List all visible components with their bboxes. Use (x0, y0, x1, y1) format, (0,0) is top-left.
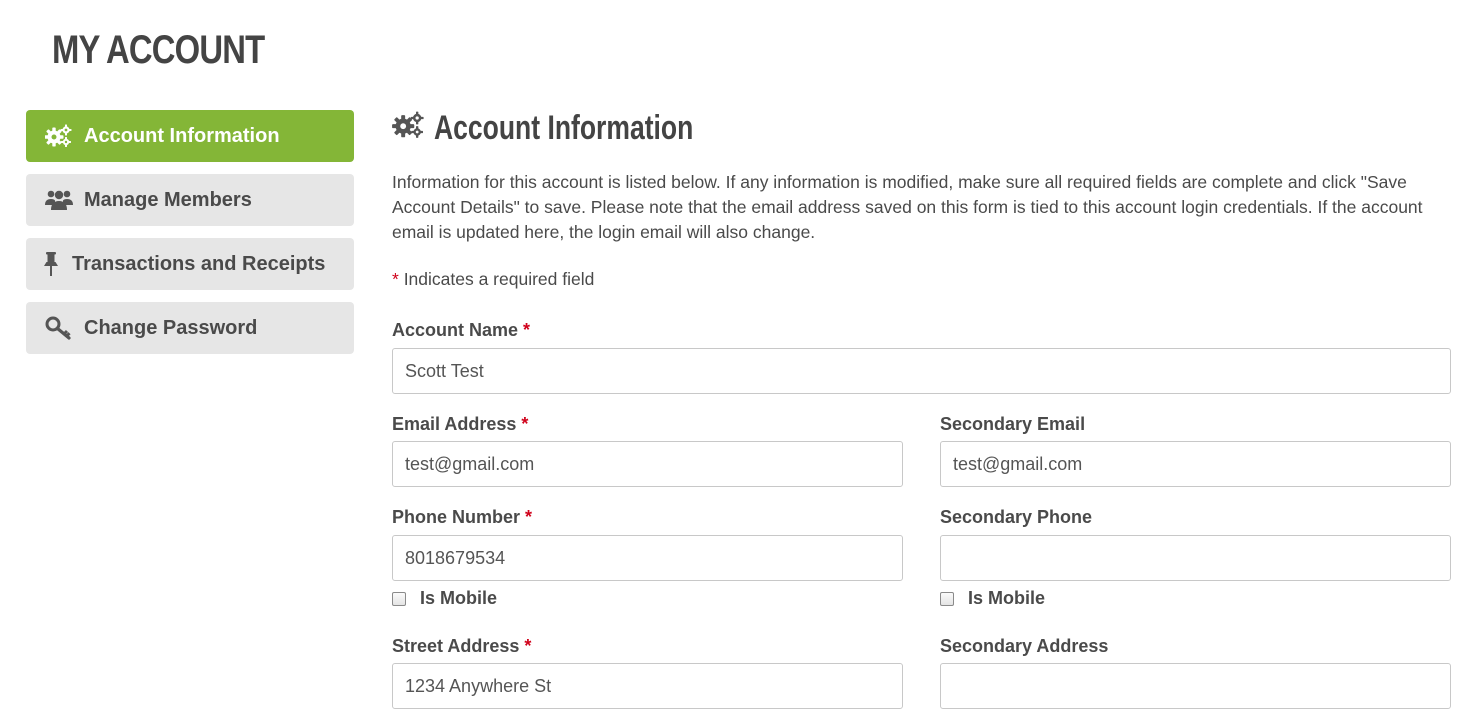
email-address-input[interactable] (392, 441, 903, 487)
secondary-phone-label-text: Secondary Phone (940, 507, 1093, 527)
street-address-label-text: Street Address (392, 636, 520, 656)
sidebar-item-label: Change Password (84, 316, 258, 339)
required-star: * (524, 636, 532, 656)
phone-number-label: Phone Number * (392, 507, 532, 528)
sidebar-item-label: Account Information (84, 124, 280, 147)
email-address-label: Email Address * (392, 414, 528, 435)
secondary-phone-input[interactable] (940, 535, 1451, 581)
secondary-address-label-text: Secondary Address (940, 636, 1109, 656)
street-address-input[interactable] (392, 663, 903, 709)
page-title: MY ACCOUNT (52, 28, 265, 72)
required-star: * (523, 320, 531, 340)
pin-icon (40, 251, 62, 277)
secondary-email-input[interactable] (940, 441, 1451, 487)
phone-is-mobile-label: Is Mobile (420, 588, 498, 608)
required-star: * (521, 414, 529, 434)
account-name-input[interactable] (392, 348, 1451, 394)
email-address-label-text: Email Address (392, 414, 517, 434)
phone-number-label-text: Phone Number (392, 507, 521, 527)
account-name-label: Account Name * (392, 320, 530, 341)
secondary-email-label-text: Secondary Email (940, 414, 1086, 434)
secondary-email-label: Secondary Email (940, 414, 1085, 435)
secondary-address-label: Secondary Address (940, 636, 1108, 657)
secondary-phone-is-mobile-checkbox[interactable] (940, 591, 954, 606)
gears-icon (392, 111, 426, 146)
intro-text: Information for this account is listed b… (392, 172, 1423, 242)
secondary-phone-is-mobile-row: Is Mobile (940, 588, 1045, 609)
account-name-label-text: Account Name (392, 320, 519, 340)
sidebar-item-label: Transactions and Receipts (72, 252, 326, 275)
secondary-phone-label: Secondary Phone (940, 507, 1092, 528)
account-information-panel: Account Information Information for this… (392, 108, 1451, 290)
account-sidebar: Account Information Manage Members Trans… (26, 110, 354, 366)
required-star: * (525, 507, 533, 527)
gears-icon (44, 124, 74, 148)
sidebar-item-change-password[interactable]: Change Password (26, 302, 354, 354)
sidebar-item-label: Manage Members (84, 188, 252, 211)
secondary-address-input[interactable] (940, 663, 1451, 709)
required-star: * (392, 269, 399, 289)
key-icon (44, 316, 74, 340)
street-address-label: Street Address * (392, 636, 531, 657)
secondary-phone-is-mobile-label: Is Mobile (968, 588, 1046, 608)
phone-is-mobile-checkbox[interactable] (392, 591, 406, 606)
required-note-text: Indicates a required field (403, 269, 595, 289)
users-icon (44, 188, 74, 212)
section-title: Account Information (434, 108, 694, 147)
section-heading: Account Information (392, 108, 1451, 148)
required-note: * Indicates a required field (392, 269, 1451, 290)
sidebar-item-transactions-and-receipts[interactable]: Transactions and Receipts (26, 238, 354, 290)
sidebar-item-manage-members[interactable]: Manage Members (26, 174, 354, 226)
phone-number-input[interactable] (392, 535, 903, 581)
phone-is-mobile-row: Is Mobile (392, 588, 497, 609)
sidebar-item-account-information[interactable]: Account Information (26, 110, 354, 162)
